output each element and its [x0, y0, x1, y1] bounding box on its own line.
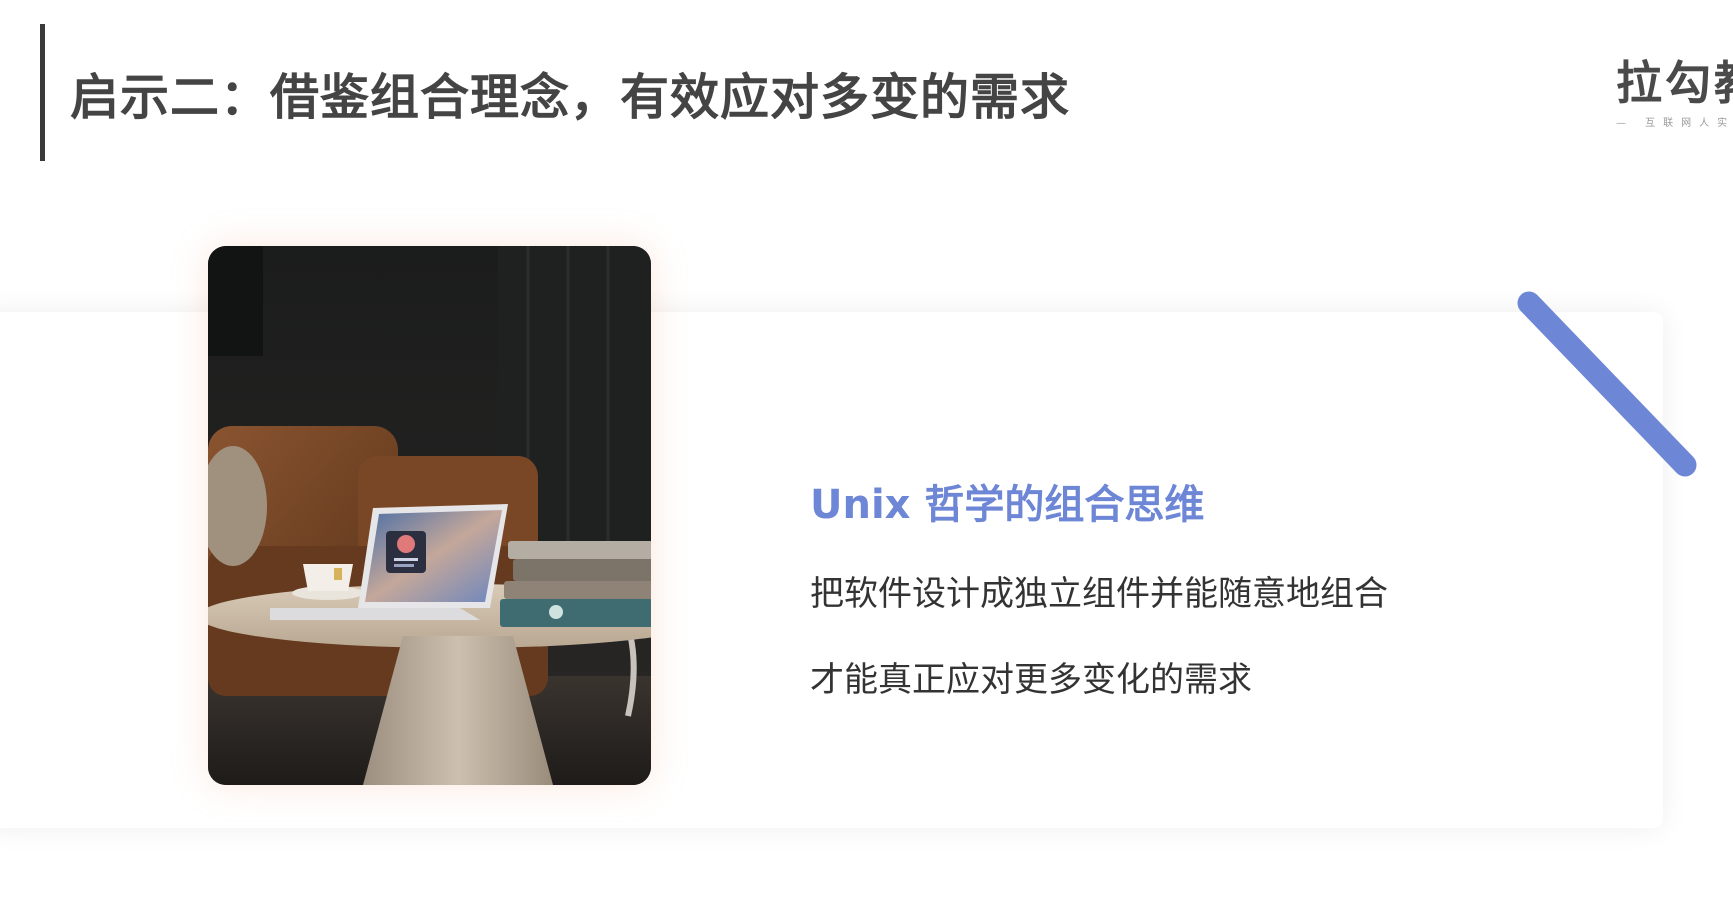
laptop-photo — [208, 246, 651, 785]
logo-tagline: — 互联网人实战大学 — — [1616, 118, 1733, 129]
title-accent-bar — [40, 24, 45, 161]
laptop-scene-image — [208, 246, 651, 785]
card-heading: Unix 哲学的组合思维 — [810, 482, 1205, 528]
logo-text: 拉勾教育 — [1616, 56, 1733, 110]
slide-title: 启示二：借鉴组合理念，有效应对多变的需求 — [70, 69, 1071, 126]
slide: 启示二：借鉴组合理念，有效应对多变的需求 拉勾教育 — 互联网人实战大学 — — [0, 0, 1733, 900]
brand-logo: 拉勾教育 — 互联网人实战大学 — — [1616, 60, 1733, 129]
card-body-line-1: 把软件设计成独立组件并能随意地组合 — [810, 574, 1388, 614]
card-body-line-2: 才能真正应对更多变化的需求 — [810, 660, 1252, 700]
